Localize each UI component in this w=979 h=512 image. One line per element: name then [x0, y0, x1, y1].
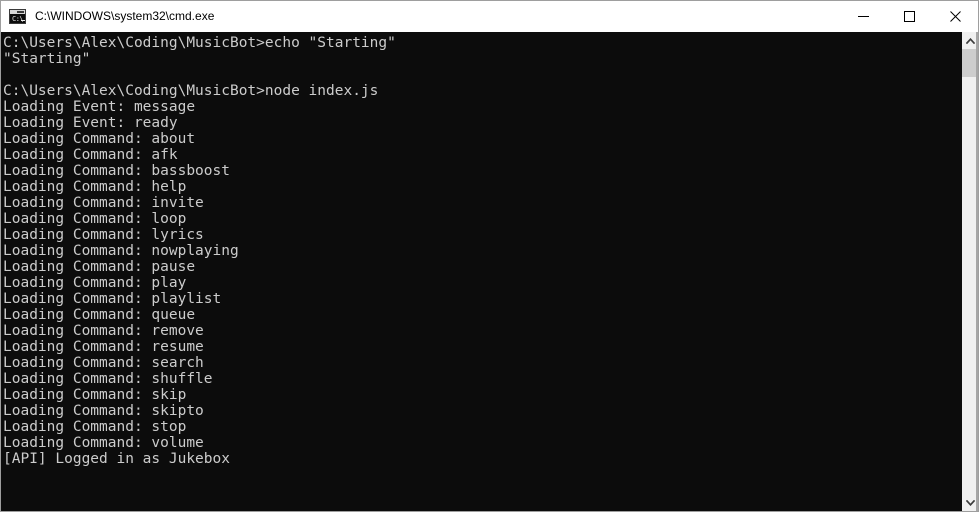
chevron-up-icon [965, 37, 975, 44]
cmd-window: C:\ C:\WINDOWS\system32\cmd.exe C:\Users… [0, 0, 979, 512]
window-controls [840, 1, 978, 31]
vertical-scrollbar[interactable] [961, 32, 978, 511]
cmd-console-icon: C:\ [9, 8, 26, 24]
maximize-button[interactable] [886, 1, 932, 31]
close-button[interactable] [932, 1, 978, 31]
minimize-button[interactable] [840, 1, 886, 31]
icon-titlebar-stripe [10, 9, 25, 14]
icon-cursor [21, 19, 25, 21]
close-icon [949, 10, 961, 22]
title-bar-left: C:\ C:\WINDOWS\system32\cmd.exe [1, 1, 840, 31]
icon-prompt-text: C:\ [12, 14, 24, 23]
console-area: C:\Users\Alex\Coding\MusicBot>echo "Star… [1, 32, 978, 511]
maximize-icon [903, 10, 915, 22]
minimize-icon [857, 15, 869, 17]
scrollbar-edge [976, 32, 978, 511]
title-bar[interactable]: C:\ C:\WINDOWS\system32\cmd.exe [1, 1, 978, 32]
console-output[interactable]: C:\Users\Alex\Coding\MusicBot>echo "Star… [1, 32, 961, 511]
chevron-down-icon [965, 499, 975, 506]
window-title: C:\WINDOWS\system32\cmd.exe [35, 9, 215, 23]
